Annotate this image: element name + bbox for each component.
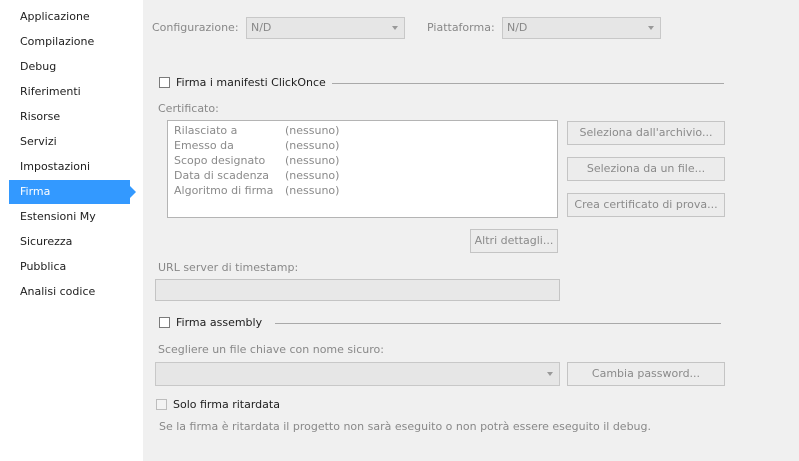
chevron-down-icon <box>648 26 654 30</box>
more-details-button[interactable]: Altri dettagli... <box>470 229 558 253</box>
change-password-button[interactable]: Cambia password... <box>567 362 725 386</box>
certificate-row: Data di scadenza (nessuno) <box>174 169 340 182</box>
timestamp-url-label: URL server di timestamp: <box>158 261 299 274</box>
section-divider <box>332 83 724 84</box>
certificate-row: Scopo designato (nessuno) <box>174 154 340 167</box>
sidebar-item-analisi-codice[interactable]: Analisi codice <box>9 280 130 304</box>
signing-panel: Configurazione: N/D Piattaforma: N/D Fir… <box>143 0 799 461</box>
sidebar-item-pubblica[interactable]: Pubblica <box>9 255 130 279</box>
delay-sign-note: Se la firma è ritardata il progetto non … <box>159 420 652 433</box>
chevron-down-icon <box>547 372 553 376</box>
timestamp-url-input[interactable] <box>155 279 560 301</box>
sidebar-item-risorse[interactable]: Risorse <box>9 105 130 129</box>
sign-clickonce-checkbox[interactable] <box>159 77 170 88</box>
section-divider <box>275 323 721 324</box>
sign-assembly-label: Firma assembly <box>176 316 263 329</box>
sidebar-item-debug[interactable]: Debug <box>9 55 130 79</box>
platform-dropdown[interactable]: N/D <box>502 17 661 39</box>
sidebar-item-applicazione[interactable]: Applicazione <box>9 5 130 29</box>
configuration-dropdown[interactable]: N/D <box>246 17 405 39</box>
sign-assembly-checkbox[interactable] <box>159 317 170 328</box>
chevron-down-icon <box>392 26 398 30</box>
sidebar-item-impostazioni[interactable]: Impostazioni <box>9 155 130 179</box>
sidebar-item-estensioni-my[interactable]: Estensioni My <box>9 205 130 229</box>
configuration-value: N/D <box>251 21 272 34</box>
certificate-details-box: Rilasciato a (nessuno) Emesso da (nessuno)… <box>167 120 558 218</box>
certificate-row: Algoritmo di firma (nessuno) <box>174 184 340 197</box>
sidebar: Applicazione Compilazione Debug Riferime… <box>0 0 143 461</box>
configuration-label: Configurazione: <box>152 21 239 34</box>
sidebar-item-compilazione[interactable]: Compilazione <box>9 30 130 54</box>
platform-label: Piattaforma: <box>427 21 495 34</box>
select-from-file-button[interactable]: Seleziona da un file... <box>567 157 725 181</box>
sidebar-item-sicurezza[interactable]: Sicurezza <box>9 230 130 254</box>
certificate-row: Rilasciato a (nessuno) <box>174 124 340 137</box>
select-from-store-button[interactable]: Seleziona dall'archivio... <box>567 121 725 145</box>
certificate-row: Emesso da (nessuno) <box>174 139 340 152</box>
sidebar-item-firma[interactable]: Firma <box>9 180 136 204</box>
delay-sign-label: Solo firma ritardata <box>173 398 280 411</box>
delay-sign-checkbox[interactable] <box>156 399 167 410</box>
key-file-dropdown[interactable] <box>155 362 560 386</box>
sidebar-item-servizi[interactable]: Servizi <box>9 130 130 154</box>
key-file-label: Scegliere un file chiave con nome sicuro… <box>158 343 384 356</box>
sign-clickonce-label: Firma i manifesti ClickOnce <box>176 76 326 89</box>
certificate-label: Certificato: <box>158 102 219 115</box>
create-test-certificate-button[interactable]: Crea certificato di prova... <box>567 193 725 217</box>
sidebar-item-riferimenti[interactable]: Riferimenti <box>9 80 130 104</box>
platform-value: N/D <box>507 21 528 34</box>
